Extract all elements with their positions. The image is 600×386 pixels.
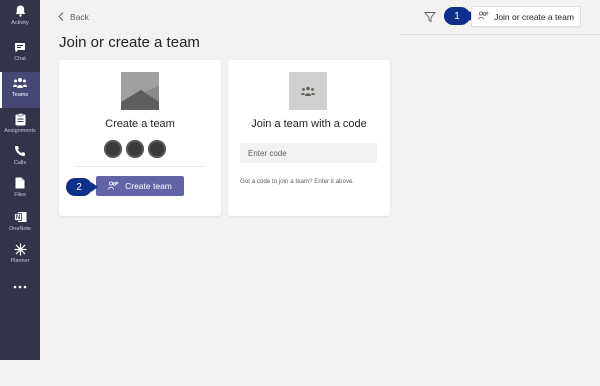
team-icon [289, 72, 327, 110]
filter-icon[interactable] [424, 10, 438, 24]
rail-label-onenote: OneNote [8, 226, 31, 232]
more-icon [13, 280, 27, 294]
callout-number: 1 [454, 10, 460, 22]
rail-item-files[interactable]: Files [0, 172, 40, 208]
rail-label-planner: Planner [10, 258, 30, 264]
code-input[interactable] [240, 143, 377, 163]
assignments-icon [13, 112, 27, 126]
onenote-icon: N [13, 210, 27, 224]
rail-item-calls[interactable]: Calls [0, 140, 40, 176]
rail-item-activity[interactable]: Activity [0, 0, 40, 36]
card-divider [75, 166, 205, 167]
rail-label-teams: Teams [11, 92, 29, 98]
rail-label-activity: Activity [11, 20, 29, 26]
rail-item-teams[interactable]: Teams [0, 72, 40, 108]
create-team-button-label: Create team [125, 181, 172, 191]
add-team-icon [108, 180, 119, 192]
rail-item-onenote[interactable]: N OneNote [0, 206, 40, 242]
avatar [126, 140, 144, 158]
back-button[interactable]: Back [58, 9, 89, 25]
app-rail: Activity Chat Teams Assignments Calls Fi… [0, 0, 40, 360]
rail-label-files: Files [14, 192, 26, 198]
svg-text:N: N [15, 215, 19, 221]
phone-icon [13, 144, 27, 158]
join-with-code-title: Join a team with a code [251, 118, 367, 130]
teams-icon [13, 76, 27, 90]
files-icon [13, 176, 27, 190]
back-label: Back [70, 12, 89, 22]
callout-badge-1: 1 [444, 7, 476, 25]
bell-icon [13, 4, 27, 18]
add-team-icon [478, 11, 489, 22]
chat-icon [13, 40, 27, 54]
join-or-create-team-label: Join or create a team [494, 11, 574, 22]
rail-label-assignments: Assignments [4, 128, 36, 134]
create-team-title: Create a team [105, 118, 175, 130]
team-image-placeholder-icon [121, 72, 159, 110]
join-hint-text: Got a code to join a team? Enter it abov… [240, 178, 355, 185]
bottom-strip [0, 360, 600, 386]
callout-number: 2 [76, 181, 82, 193]
rail-item-planner[interactable]: Planner [0, 238, 40, 274]
avatar [148, 140, 166, 158]
avatar [104, 140, 122, 158]
chevron-left-icon [58, 11, 64, 23]
callout-badge-2: 2 [66, 178, 98, 196]
page-title: Join or create a team [59, 34, 200, 51]
create-team-button[interactable]: Create team [96, 176, 184, 196]
rail-label-chat: Chat [14, 56, 26, 62]
rail-label-calls: Calls [13, 160, 27, 166]
rail-item-more[interactable] [0, 276, 40, 312]
join-with-code-card: Join a team with a code Got a code to jo… [228, 60, 390, 216]
planner-icon [13, 242, 27, 256]
join-or-create-team-button[interactable]: Join or create a team [471, 6, 581, 27]
rail-item-assignments[interactable]: Assignments [0, 108, 40, 144]
header-divider [400, 34, 600, 35]
rail-item-chat[interactable]: Chat [0, 36, 40, 72]
avatar-group [104, 140, 166, 158]
